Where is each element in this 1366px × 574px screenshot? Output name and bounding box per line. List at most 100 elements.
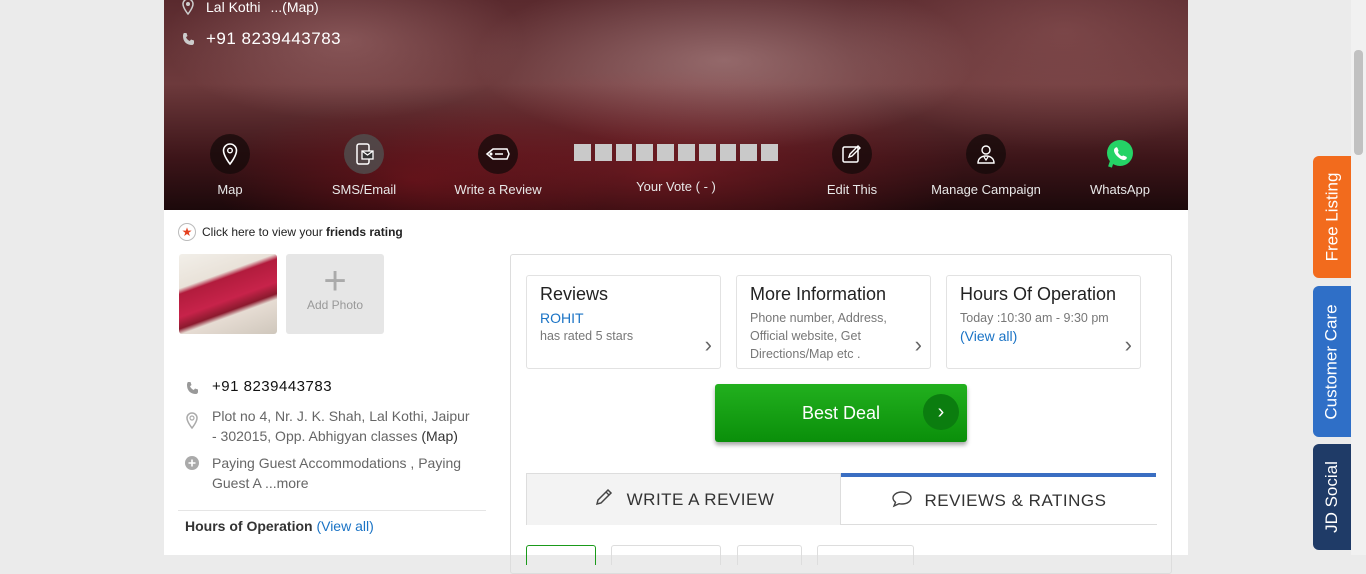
vote-box[interactable] [698,144,716,161]
reviewer-name[interactable]: ROHIT [540,309,707,327]
hero-phone-number: +91 8239443783 [206,29,342,48]
whatsapp-action[interactable]: WhatsApp [1055,134,1185,197]
vote-box[interactable] [594,144,612,161]
vote-boxes[interactable] [574,144,778,161]
jd-social-label: JD Social [1322,461,1341,533]
hero-map-link[interactable]: ...(Map) [270,0,318,15]
location-pin-icon [180,0,196,16]
tab-reviews-ratings[interactable]: REVIEWS & RATINGS [841,473,1156,525]
best-deal-button[interactable]: Best Deal › [715,384,967,442]
reviews-card[interactable]: Reviews ROHIT has rated 5 stars › [526,275,721,369]
hero-address: Lal Kothi ...(Map) [180,0,319,16]
category-plus-icon [184,453,200,493]
listing-photo[interactable] [179,254,277,334]
vote-box[interactable] [719,144,737,161]
hero-banner: Lal Kothi ...(Map) +91 8239443783 Map SM… [164,0,1188,210]
chevron-right-icon: › [1124,332,1132,357]
category-more-link[interactable]: ...more [265,475,309,491]
vote-box[interactable] [678,144,695,161]
best-deal-label: Best Deal [801,402,881,423]
contact-phone-row[interactable]: +91 8239443783 [184,377,332,401]
page-scrollbar[interactable] [1351,0,1366,555]
vote-box[interactable] [615,144,633,161]
friends-bold: friends rating [326,225,403,239]
add-photo-label: Add Photo [306,298,364,312]
hours-card-title: Hours Of Operation [960,284,1117,304]
rating-filter-tab[interactable] [611,545,721,565]
address-map-link[interactable]: (Map) [421,428,458,444]
more-info-text: Phone number, Address, Official website,… [750,311,887,361]
rating-filter-tab[interactable] [817,545,914,565]
scrollbar-thumb[interactable] [1354,50,1363,155]
vote-widget[interactable]: Your Vote ( - ) [574,144,778,194]
tab-reviews-label: REVIEWS & RATINGS [924,491,1107,510]
hero-phone[interactable]: +91 8239443783 [180,29,341,49]
campaign-person-icon [966,134,1006,174]
vote-box[interactable] [636,144,654,161]
edit-action-label: Edit This [826,182,878,197]
contact-phone-number: +91 8239443783 [212,378,333,395]
tab-write-review[interactable]: WRITE A REVIEW [526,473,841,525]
address-pin-icon [184,406,200,446]
add-photo-button[interactable]: + Add Photo [286,254,384,334]
hours-card-text: Today :10:30 am - 9:30 pm [960,311,1109,325]
plus-icon: + [323,259,347,303]
speech-bubble-icon [891,490,913,513]
friends-rating-link[interactable]: ★ Click here to view your friends rating [178,223,403,241]
phone-icon [180,30,196,48]
reviews-card-title: Reviews [540,284,609,304]
tab-write-label: WRITE A REVIEW [626,489,775,509]
write-review-action[interactable]: Write a Review [433,134,563,197]
hours-of-operation: Hours of Operation (View all) [185,518,374,534]
hours-card-link[interactable]: (View all) [960,327,1127,345]
section-divider [178,510,486,511]
chevron-right-icon: › [923,394,959,430]
map-action[interactable]: Map [165,134,295,197]
whatsapp-icon [1100,134,1140,174]
vote-box[interactable] [761,144,778,161]
listing-page: Lal Kothi ...(Map) +91 8239443783 Map SM… [164,0,1188,574]
vote-box[interactable] [574,144,591,161]
contact-category: Paying Guest Accommodations , Paying Gue… [212,455,462,491]
write-review-label: Write a Review [454,182,542,197]
info-panel: Reviews ROHIT has rated 5 stars › More I… [510,254,1172,574]
vote-box[interactable] [657,144,674,161]
free-listing-label: Free Listing [1322,172,1342,262]
customer-care-tab[interactable]: Customer Care [1313,286,1351,437]
map-pin-icon [210,134,250,174]
hours-card[interactable]: Hours Of Operation Today :10:30 am - 9:3… [946,275,1141,369]
manage-campaign-action[interactable]: Manage Campaign [921,134,1051,197]
whatsapp-label: WhatsApp [1090,182,1150,197]
sms-email-label: SMS/Email [331,182,397,197]
chevron-right-icon: › [914,332,922,357]
manage-campaign-label: Manage Campaign [931,182,1041,197]
more-info-title: More Information [750,284,887,304]
more-info-card[interactable]: More Information Phone number, Address, … [736,275,931,369]
review-tabs: WRITE A REVIEW REVIEWS & RATINGS [526,473,1157,525]
customer-care-label: Customer Care [1322,303,1342,420]
jd-social-tab[interactable]: JD Social [1313,444,1351,550]
rating-filter-tab[interactable] [737,545,802,565]
hours-view-all-link[interactable]: (View all) [316,518,373,534]
action-bar: Map SMS/Email Write a Review Your Vote (… [164,134,1188,204]
friends-prefix: Click here to view your [202,225,327,239]
pen-icon [478,134,518,174]
phone-icon [184,377,200,401]
map-action-label: Map [217,182,243,197]
hours-label: Hours of Operation [185,518,317,534]
contact-category-row: Paying Guest Accommodations , Paying Gue… [184,453,474,493]
edit-icon [832,134,872,174]
free-listing-tab[interactable]: Free Listing [1313,156,1351,278]
contact-address-row: Plot no 4, Nr. J. K. Shah, Lal Kothi, Ja… [184,406,474,446]
sms-email-icon [344,134,384,174]
vote-box[interactable] [740,144,758,161]
pencil-icon [593,486,615,513]
rating-filter-tab[interactable] [526,545,596,565]
chevron-right-icon: › [704,332,712,357]
sms-email-action[interactable]: SMS/Email [299,134,429,197]
hero-address-text: Lal Kothi [206,0,261,15]
reviews-card-text: has rated 5 stars [540,329,634,343]
star-icon: ★ [178,223,196,241]
edit-action[interactable]: Edit This [787,134,917,197]
vote-label: Your Vote ( - ) [636,179,716,194]
